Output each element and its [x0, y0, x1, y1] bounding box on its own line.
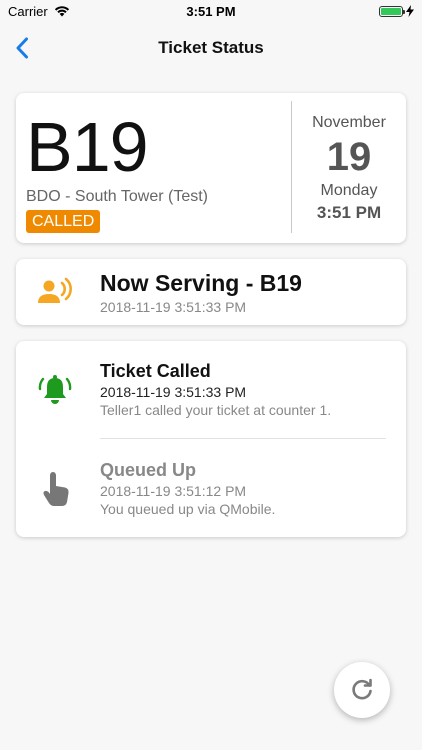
navigation-bar: Ticket Status	[0, 22, 422, 74]
now-serving-timestamp: 2018-11-19 3:51:33 PM	[100, 299, 247, 315]
page-title: Ticket Status	[158, 38, 264, 57]
history-timestamp: 2018-11-19 3:51:33 PM	[100, 384, 247, 400]
refresh-icon	[352, 678, 372, 700]
ticket-history-card: Ticket Called 2018-11-19 3:51:33 PM Tell…	[16, 341, 406, 537]
charging-bolt-icon	[406, 5, 414, 17]
history-divider	[100, 438, 386, 439]
now-serving-card: Now Serving - B19 2018-11-19 3:51:33 PM	[16, 259, 406, 325]
finger-tap-icon	[43, 472, 69, 506]
battery-icon	[379, 5, 405, 17]
history-description: Teller1 called your ticket at counter 1.	[100, 402, 332, 418]
status-bar-right	[379, 5, 414, 17]
ticket-date: November 19 Monday 3:51 PM	[292, 93, 406, 243]
history-description: You queued up via QMobile.	[100, 501, 276, 517]
ticket-number: B19	[26, 108, 149, 186]
carrier-label: Carrier	[8, 3, 48, 19]
person-speaking-icon	[38, 277, 72, 303]
ticket-card: B19 BDO - South Tower (Test) CALLED Nove…	[16, 93, 406, 243]
status-badge: CALLED	[26, 210, 101, 233]
bell-ringing-icon	[38, 375, 72, 404]
chevron-left-icon	[16, 37, 28, 59]
status-bar: Carrier 3:51 PM	[0, 0, 422, 22]
now-serving-title: Now Serving - B19	[100, 270, 302, 296]
branch-name: BDO - South Tower (Test)	[26, 188, 208, 205]
refresh-button[interactable]	[334, 662, 390, 718]
history-title: Ticket Called	[100, 361, 211, 381]
history-timestamp: 2018-11-19 3:51:12 PM	[100, 483, 247, 499]
history-title: Queued Up	[100, 460, 197, 480]
date-day: 19	[326, 135, 372, 179]
wifi-icon	[54, 6, 69, 17]
date-month: November	[312, 114, 386, 131]
status-bar-left: Carrier	[8, 4, 70, 19]
date-time: 3:51 PM	[316, 203, 382, 222]
date-weekday: Monday	[320, 182, 378, 199]
back-button[interactable]	[6, 32, 38, 64]
